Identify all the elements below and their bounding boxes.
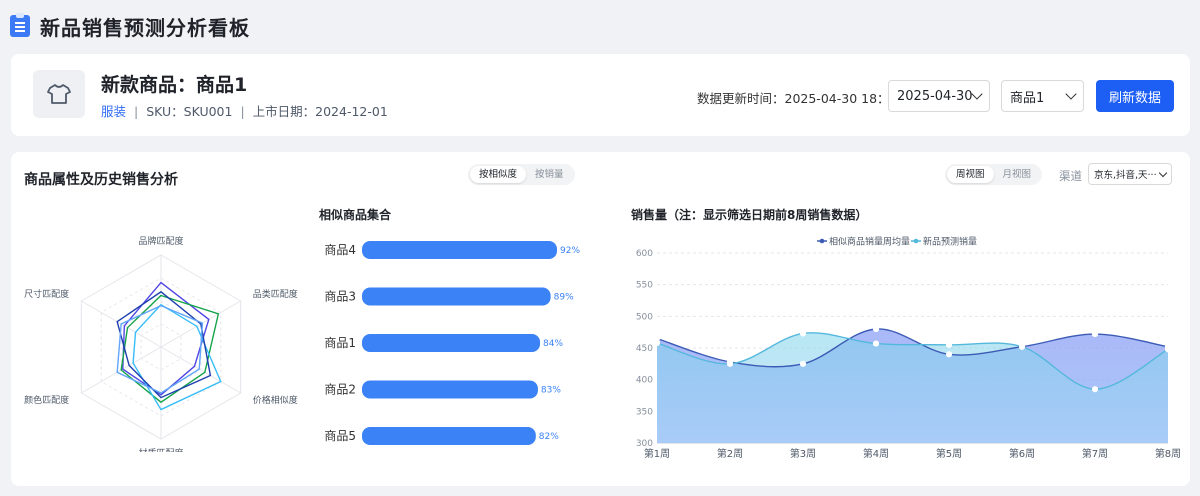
analysis-card: 商品属性及历史销售分析 按相似度 按销量 周视图 月视图 渠道 京东,抖音,天·… <box>11 152 1190 486</box>
bar-value-label: 84% <box>543 339 563 349</box>
product-select[interactable]: 商品1 <box>1001 80 1084 112</box>
series-point <box>799 360 807 367</box>
view-toggle: 周视图 月视图 <box>945 164 1043 185</box>
series-point <box>945 341 953 348</box>
bar-value-label: 92% <box>560 246 580 256</box>
tshirt-icon <box>47 84 71 104</box>
series-point <box>1091 330 1099 338</box>
chevron-down-icon <box>1158 168 1168 177</box>
meta-separator: | <box>134 104 139 119</box>
month-view-tab[interactable]: 月视图 <box>994 166 1041 183</box>
refresh-button[interactable]: 刷新数据 <box>1096 80 1174 112</box>
radar-axis-label: 价格相似度 <box>253 394 298 406</box>
series-point <box>1164 346 1172 353</box>
product-sku: SKU：SKU001 <box>146 104 233 119</box>
y-tick-label: 450 <box>636 344 653 354</box>
channel-label: 渠道 <box>1059 169 1082 183</box>
y-tick-label: 550 <box>636 281 653 291</box>
legend-swatch-dot <box>913 238 919 244</box>
clipboard-icon <box>10 13 30 37</box>
sort-toggle: 按相似度 按销量 <box>468 164 575 185</box>
page-title: 新品销售预测分析看板 <box>40 15 250 40</box>
series-point <box>653 339 661 347</box>
product-launch-date: 上市日期：2024-12-01 <box>252 104 388 119</box>
series-point <box>1018 343 1026 350</box>
date-select[interactable]: 2025-04-30 <box>888 80 990 112</box>
sort-by-sales-tab[interactable]: 按销量 <box>526 166 573 183</box>
y-tick-label: 300 <box>636 439 653 449</box>
line-chart: 300 350 400 450 500 550 600 第1周 第2周 第3周 第4周 第5周 第6周 第… <box>636 236 1181 461</box>
radar-axis-label: 尺寸匹配度 <box>24 288 69 300</box>
line-chart-title: 销售量（注：显示筛选日期前8周销售数据） <box>631 208 868 222</box>
bar-category-label: 商品1 <box>324 335 356 350</box>
bar-rect <box>362 287 551 306</box>
product-card: 新款商品：商品1 服装 | SKU：SKU001 | 上市日期：2024-12-… <box>11 54 1190 136</box>
x-tick-label: 第7周 <box>1082 447 1108 460</box>
legend-swatch-dot <box>819 238 825 244</box>
sort-by-similarity-tab[interactable]: 按相似度 <box>470 166 527 183</box>
product-category-link[interactable]: 服装 <box>101 104 126 119</box>
radar-chart: 品牌匹配度品类匹配度价格相似度材质匹配度 颜色匹配度 尺寸匹配度 <box>24 235 298 452</box>
update-time: 数据更新时间：2025-04-30 18：30 <box>697 91 906 106</box>
x-tick-label: 第1周 <box>644 447 670 460</box>
week-view-tab[interactable]: 周视图 <box>947 166 994 183</box>
y-tick-label: 500 <box>636 312 653 322</box>
y-tick-label: 600 <box>636 249 653 259</box>
x-tick-label: 第2周 <box>717 447 743 460</box>
product-name: 新款商品：商品1 <box>101 74 248 96</box>
radar-axis-label: 材质匹配度 <box>138 447 183 452</box>
product-thumbnail <box>33 70 85 118</box>
bar-rect <box>362 427 536 445</box>
bar-rect <box>362 334 541 352</box>
chevron-down-icon <box>971 88 983 100</box>
chevron-down-icon <box>1065 88 1077 100</box>
series-point <box>1091 386 1099 393</box>
bar-value-label: 89% <box>554 293 574 303</box>
x-tick-label: 第3周 <box>790 447 816 460</box>
product-select-value: 商品1 <box>1010 90 1045 106</box>
meta-separator: | <box>240 104 245 119</box>
legend-label: 新品预测销量 <box>923 236 977 248</box>
date-select-value: 2025-04-30 <box>897 88 973 104</box>
radar-series-polygon <box>116 290 212 399</box>
series-point <box>945 351 953 358</box>
bar-rect <box>362 241 557 259</box>
legend-label: 相似商品销量周均量 <box>829 236 910 248</box>
x-tick-label: 第6周 <box>1009 447 1035 460</box>
radar-axis-label: 品牌匹配度 <box>138 235 183 247</box>
channel-select[interactable]: 京东,抖音,天··· <box>1088 163 1172 185</box>
bar-chart: 商品4 92% 商品3 89% 商品1 84% 商品2 83% 商品5 82% <box>324 241 580 445</box>
section-title: 商品属性及历史销售分析 <box>24 172 178 188</box>
y-tick-label: 350 <box>636 407 653 417</box>
x-tick-label: 第8周 <box>1155 447 1181 460</box>
bar-category-label: 商品3 <box>324 289 356 304</box>
radar-axis-label: 品类匹配度 <box>253 288 298 300</box>
product-meta: 服装 | SKU：SKU001 | 上市日期：2024-12-01 <box>101 101 388 120</box>
page-header: 新品销售预测分析看板 <box>10 12 250 40</box>
channel-select-value: 京东,抖音,天··· <box>1094 170 1157 181</box>
bar-rect <box>362 380 538 399</box>
y-tick-label: 400 <box>636 376 653 386</box>
bar-category-label: 商品5 <box>324 428 356 443</box>
bar-chart-title: 相似商品集合 <box>319 208 392 222</box>
x-tick-label: 第4周 <box>863 447 889 460</box>
bar-value-label: 82% <box>539 432 559 442</box>
bar-value-label: 83% <box>541 386 561 396</box>
x-tick-label: 第5周 <box>936 447 962 460</box>
series-point <box>726 360 734 367</box>
series-point <box>872 325 880 333</box>
series-point <box>872 340 880 347</box>
bar-category-label: 商品4 <box>324 242 356 257</box>
radar-axis-label: 颜色匹配度 <box>24 394 69 406</box>
series-point <box>799 330 807 337</box>
bar-category-label: 商品2 <box>324 382 356 397</box>
